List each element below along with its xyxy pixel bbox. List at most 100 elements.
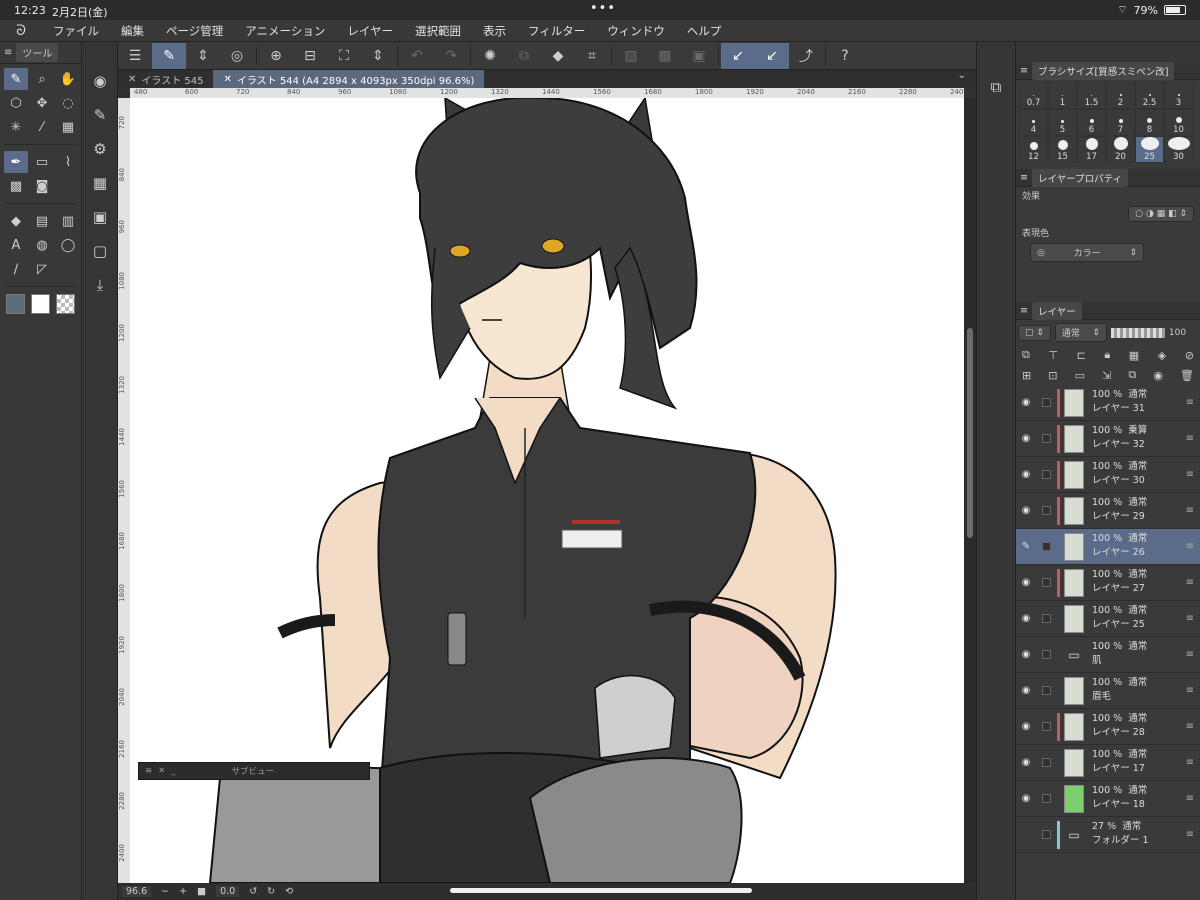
layer-row[interactable]: ◉ 100 % 通常 眉毛 ≡ <box>1016 673 1200 709</box>
lock-alpha-icon[interactable]: ▦ <box>1129 349 1139 362</box>
sub-color-swatch[interactable] <box>31 294 50 314</box>
layer-checkbox[interactable] <box>1042 650 1051 659</box>
menu-page[interactable]: ページ管理 <box>155 23 234 39</box>
eye-icon[interactable]: ◉ <box>1016 721 1036 732</box>
layer-row[interactable]: ◉ 100 % 通常 レイヤー 25 ≡ <box>1016 601 1200 637</box>
loading-icon[interactable]: ✺ <box>473 43 507 69</box>
pen-pressure-icon[interactable]: ⤴ <box>789 43 823 69</box>
close-icon[interactable]: ✕ <box>128 74 136 85</box>
main-color-swatch[interactable] <box>6 294 25 314</box>
layer-checkbox[interactable] <box>1042 614 1051 623</box>
layer-menu-icon[interactable]: ≡ <box>1186 469 1194 480</box>
layer-row[interactable]: ◉ ▭ 100 % 通常肌 ≡ <box>1016 637 1200 673</box>
hand-tool-icon[interactable]: ✋ <box>56 68 80 90</box>
stepper-icon[interactable]: ⇕ <box>186 43 220 69</box>
trash-icon[interactable]: 🗑︎ <box>1180 369 1194 382</box>
clear-icon[interactable]: ▨ <box>614 43 648 69</box>
pen-mode-icon[interactable]: ✎ <box>152 42 186 69</box>
opacity-value[interactable]: 100 <box>1169 328 1186 338</box>
vector-pen-icon[interactable]: ↙ <box>721 42 755 69</box>
tab-illust-544[interactable]: ✕ イラスト 544 (A4 2894 x 4093px 350dpi 96.6… <box>213 70 485 88</box>
blend-tool-icon[interactable]: ◙ <box>30 175 54 197</box>
eye-icon[interactable]: ◉ <box>1016 397 1036 408</box>
transparent-color-swatch[interactable] <box>56 294 75 314</box>
move-tool-icon[interactable]: ✥ <box>30 92 54 114</box>
layer-menu-icon[interactable]: ≡ <box>1186 397 1194 408</box>
menu-layer[interactable]: レイヤー <box>336 23 404 39</box>
zoom-value[interactable]: 96.6 <box>122 886 152 897</box>
layer-row[interactable]: ▭ 27 % 通常 フォルダー 1 ≡ <box>1016 817 1200 853</box>
layer-checkbox[interactable] <box>1042 830 1051 839</box>
frame-tool-icon[interactable]: ▥ <box>56 210 80 232</box>
brush-size-option[interactable]: 4 <box>1019 109 1048 136</box>
new-raster-layer-icon[interactable]: ⊞ <box>1022 369 1031 382</box>
menu-filter[interactable]: フィルター <box>517 23 596 39</box>
blend-mode-select[interactable]: 通常 ⇕ <box>1054 323 1107 342</box>
layer-menu-icon[interactable]: ≡ <box>1186 577 1194 588</box>
menu-edit[interactable]: 編集 <box>110 23 155 39</box>
brush-size-option[interactable]: 1 <box>1048 82 1077 109</box>
layer-checkbox[interactable] <box>1042 542 1051 551</box>
layer-row[interactable]: ◉ 100 % 通常 レイヤー 28 ≡ <box>1016 709 1200 745</box>
eyedropper-icon[interactable]: ⁄ <box>30 116 54 138</box>
close-icon[interactable]: ✕ <box>158 766 165 776</box>
eye-icon[interactable]: ◉ <box>1016 649 1036 660</box>
panel-menu-icon[interactable]: ≡ <box>4 47 12 58</box>
import-icon[interactable]: ⤓ <box>82 268 118 302</box>
home-indicator[interactable] <box>450 888 752 893</box>
layer-menu-icon[interactable]: ≡ <box>1186 649 1194 660</box>
eye-icon[interactable]: ◉ <box>1016 433 1036 444</box>
layer-menu-icon[interactable]: ≡ <box>1186 721 1194 732</box>
close-icon[interactable]: ✕ <box>223 74 231 85</box>
eye-icon[interactable]: ◉ <box>1016 685 1036 696</box>
panel-menu-icon[interactable]: ≡ <box>145 766 152 776</box>
draft-layer-icon[interactable]: ⊤ <box>1048 349 1058 362</box>
zoom-tool-icon[interactable]: ⌕ <box>30 68 54 90</box>
panel-menu-icon[interactable]: ≡ <box>1020 305 1028 316</box>
open-folder-icon[interactable]: ⊟ <box>293 43 327 69</box>
balloon-tool-icon[interactable]: ◍ <box>30 234 54 256</box>
ruler-tool-icon[interactable]: ∕ <box>4 258 28 280</box>
chevron-down-icon[interactable]: ⌄ <box>948 70 976 88</box>
new-vector-layer-icon[interactable]: ⊡ <box>1048 369 1057 382</box>
brush-size-option[interactable]: 0.7 <box>1019 82 1048 109</box>
transfer-down-icon[interactable]: ⇲ <box>1102 369 1111 382</box>
color-set-icon[interactable]: ▦ <box>82 166 118 200</box>
gradient-tool-icon[interactable]: ▤ <box>30 210 54 232</box>
layer-row[interactable]: ◉ 100 % 通常 レイヤー 18 ≡ <box>1016 781 1200 817</box>
share-icon[interactable]: ⛶ <box>327 43 361 69</box>
pen-edit-icon[interactable]: ✎ <box>1016 541 1036 552</box>
record-icon[interactable]: ◎ <box>220 43 254 69</box>
eye-icon[interactable]: ◉ <box>1016 469 1036 480</box>
brush-size-option[interactable]: 10 <box>1164 109 1193 136</box>
layer-menu-icon[interactable]: ≡ <box>1186 505 1194 516</box>
effect-selector[interactable]: ○ ◑ ▦ ◧ ⇕ <box>1128 206 1194 222</box>
menu-help[interactable]: ヘルプ <box>676 23 733 39</box>
sub-tool-icon[interactable]: ◉ <box>82 64 118 98</box>
minimize-icon[interactable]: _ <box>171 766 175 776</box>
sub-view-panel[interactable]: ≡ ✕ _ サブビュー <box>138 762 370 780</box>
brush-size-option[interactable]: 5 <box>1048 109 1077 136</box>
layer-checkbox[interactable] <box>1042 434 1051 443</box>
layer-menu-icon[interactable]: ≡ <box>1186 685 1194 696</box>
layer-checkbox[interactable] <box>1042 398 1051 407</box>
rotate-left-icon[interactable]: ↺ <box>249 886 257 897</box>
layer-checkbox[interactable] <box>1042 686 1051 695</box>
expression-color-select[interactable]: ◎ カラー ⇕ <box>1030 243 1144 262</box>
eye-icon[interactable]: ◉ <box>1016 577 1036 588</box>
magic-wand-icon[interactable]: ✳ <box>4 116 28 138</box>
fill-tool-icon[interactable]: ◆ <box>4 210 28 232</box>
vertical-scrollbar[interactable] <box>964 98 976 883</box>
brush-size-option[interactable]: 3 <box>1164 82 1193 109</box>
layer-checkbox[interactable] <box>1042 758 1051 767</box>
lasso-tool-icon[interactable]: ◌ <box>56 92 80 114</box>
brush-size-option[interactable]: 6 <box>1077 109 1106 136</box>
deselect-icon[interactable]: ▣ <box>682 43 716 69</box>
layer-menu-icon[interactable]: ≡ <box>1186 541 1194 552</box>
eye-icon[interactable]: ◉ <box>1016 505 1036 516</box>
texture-tool-icon[interactable]: ▩ <box>4 175 28 197</box>
navigator-icon[interactable]: ▢ <box>82 234 118 268</box>
layer-menu-icon[interactable]: ≡ <box>1186 793 1194 804</box>
opacity-slider[interactable] <box>1110 327 1165 338</box>
layer-row[interactable]: ✎ 100 % 通常 レイヤー 26 ≡ <box>1016 529 1200 565</box>
